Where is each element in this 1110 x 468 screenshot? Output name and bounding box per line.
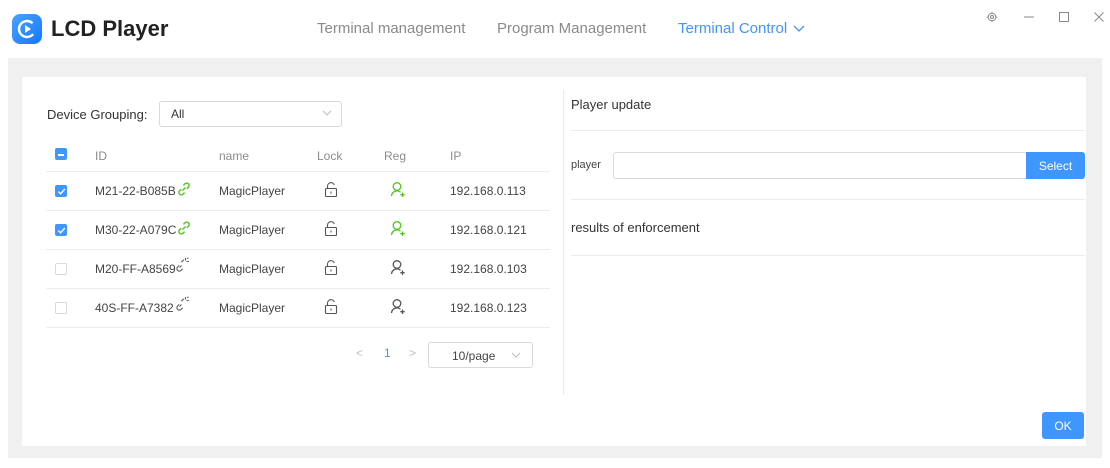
section-divider xyxy=(563,90,564,395)
device-ip: 192.168.0.103 xyxy=(450,262,527,276)
player-update-title: Player update xyxy=(571,97,652,112)
maximize-icon[interactable] xyxy=(1053,6,1075,28)
device-grouping-value: All xyxy=(171,107,185,121)
user-add-icon[interactable] xyxy=(390,220,406,237)
device-id: M21-22-B085B xyxy=(95,184,176,198)
table-row[interactable]: 40S-FF-A7382 MagicPlayer 192.168.0.123 xyxy=(46,289,550,328)
device-id: M20-FF-A8569 xyxy=(95,262,176,276)
row-checkbox[interactable] xyxy=(55,224,67,236)
user-add-icon[interactable] xyxy=(390,181,406,198)
device-name: MagicPlayer xyxy=(219,184,286,198)
select-all-checkbox[interactable] xyxy=(55,148,67,160)
player-field-label: player xyxy=(571,159,601,171)
column-header-reg: Reg xyxy=(384,149,407,163)
column-header-id: ID xyxy=(95,149,107,163)
settings-icon[interactable] xyxy=(981,6,1003,28)
table-row[interactable]: M21-22-B085B MagicPlayer 192.168.0.113 xyxy=(46,172,550,211)
page-size-select[interactable]: 10/page xyxy=(428,342,533,368)
device-name: MagicPlayer xyxy=(219,262,286,276)
device-ip: 192.168.0.121 xyxy=(450,223,527,237)
device-grouping-label: Device Grouping: xyxy=(47,107,148,122)
page-size-value: 10/page xyxy=(452,349,496,363)
table-row[interactable]: M30-22-A079C MagicPlayer 192.168.0.121 xyxy=(46,211,550,250)
unlink-icon[interactable] xyxy=(174,296,190,312)
chevron-down-icon xyxy=(322,110,332,116)
device-id: 40S-FF-A7382 xyxy=(95,301,174,315)
nav-terminal-control-label: Terminal Control xyxy=(678,20,788,37)
column-header-ip: IP xyxy=(450,149,462,163)
column-header-lock: Lock xyxy=(317,149,343,163)
nav-program-management[interactable]: Program Management xyxy=(497,19,646,39)
device-id: M30-22-A079C xyxy=(95,223,177,237)
close-icon[interactable] xyxy=(1088,6,1110,28)
row-checkbox[interactable] xyxy=(55,185,67,197)
row-checkbox[interactable] xyxy=(55,302,67,314)
select-file-button[interactable]: Select xyxy=(1026,152,1085,179)
nav-terminal-control[interactable]: Terminal Control xyxy=(678,19,805,39)
app-title: LCD Player xyxy=(51,16,169,41)
divider xyxy=(571,130,1085,131)
player-file-input[interactable] xyxy=(613,152,1027,179)
device-ip: 192.168.0.123 xyxy=(450,301,527,315)
link-icon[interactable] xyxy=(176,181,192,197)
pagination-prev-button[interactable]: < xyxy=(356,346,363,360)
unlink-icon[interactable] xyxy=(174,257,190,273)
results-of-enforcement-label: results of enforcement xyxy=(571,220,700,235)
unlock-icon[interactable] xyxy=(324,221,338,237)
app-header: LCD Player Terminal management Program M… xyxy=(0,0,1110,58)
device-ip: 192.168.0.113 xyxy=(450,184,526,198)
minimize-icon[interactable] xyxy=(1018,6,1040,28)
divider xyxy=(571,199,1085,200)
unlock-icon[interactable] xyxy=(324,182,338,198)
device-grouping-select[interactable]: All xyxy=(159,101,342,127)
unlock-icon[interactable] xyxy=(324,299,338,315)
device-name: MagicPlayer xyxy=(219,301,286,315)
row-checkbox[interactable] xyxy=(55,263,67,275)
column-header-name: name xyxy=(219,149,250,163)
pagination-current-page[interactable]: 1 xyxy=(384,346,391,360)
divider xyxy=(571,255,1085,256)
device-name: MagicPlayer xyxy=(219,223,286,237)
user-add-icon[interactable] xyxy=(390,259,406,276)
pagination-next-button[interactable]: > xyxy=(409,346,416,360)
nav-terminal-management[interactable]: Terminal management xyxy=(317,19,465,39)
app-logo-icon xyxy=(12,14,42,44)
chevron-down-icon xyxy=(793,25,805,32)
table-header: ID name Lock Reg IP xyxy=(46,142,550,172)
ok-button[interactable]: OK xyxy=(1042,412,1084,439)
table-row[interactable]: M20-FF-A8569 MagicPlayer 192.168.0.103 xyxy=(46,250,550,289)
chevron-down-icon xyxy=(511,352,521,358)
unlock-icon[interactable] xyxy=(324,260,338,276)
link-icon[interactable] xyxy=(176,220,192,236)
user-add-icon[interactable] xyxy=(390,298,406,315)
